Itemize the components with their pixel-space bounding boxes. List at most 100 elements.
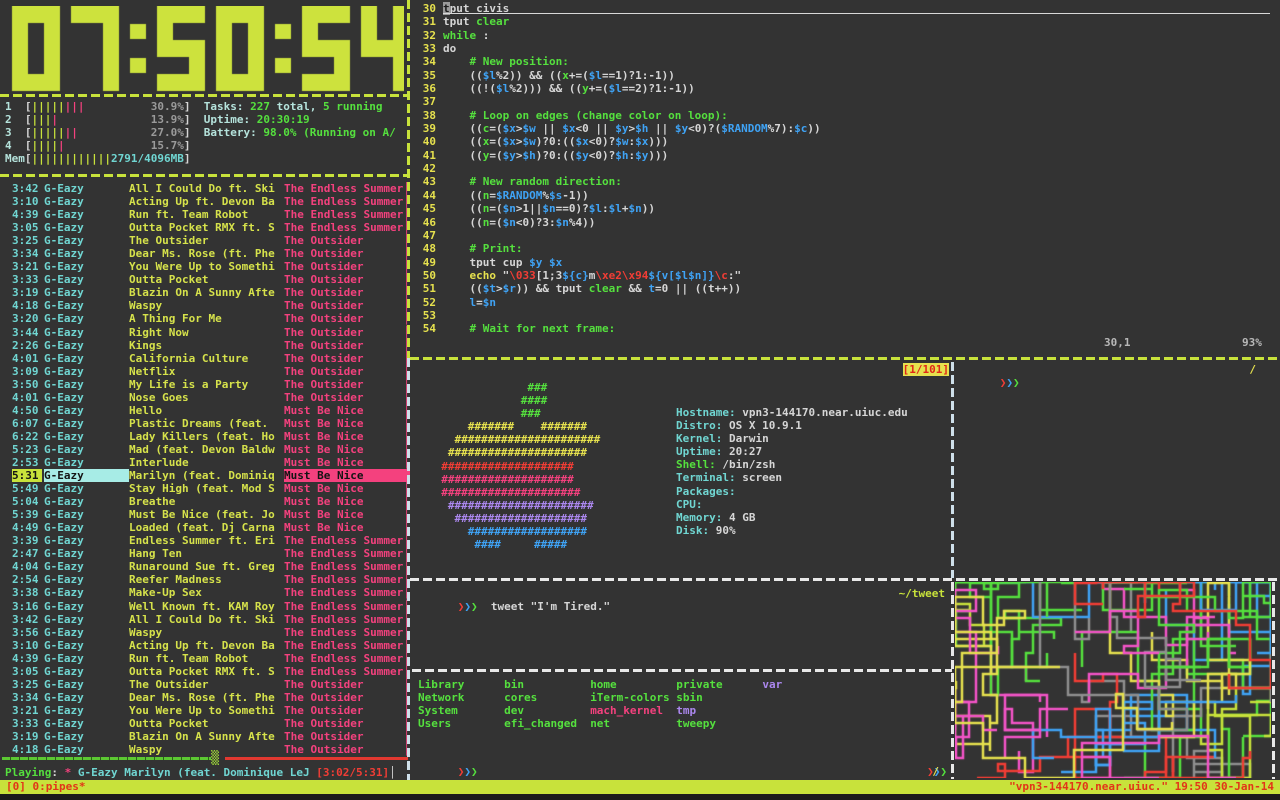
editor-cursor-position: 30,1 xyxy=(1104,336,1131,349)
track-row[interactable]: 5:23G-EazyMad (feat. Devon BaldwMust Be … xyxy=(0,443,410,456)
tmux-status-bar: [0] 0:pipes* "vpn3-144170.near.uiuc." 19… xyxy=(0,780,1280,794)
track-row[interactable]: 5:49G-EazyStay High (feat. Mod SMust Be … xyxy=(0,482,410,495)
shell-path: / xyxy=(932,765,939,778)
code-line: 45 ((n=($n>1||$n==0)?$l:$l+$n)) xyxy=(414,202,1272,215)
tmux-host-clock: "vpn3-144170.near.uiuc." 19:50 30-Jan-14 xyxy=(1009,780,1274,794)
code-line: 37 xyxy=(414,95,1272,108)
prompt-chevrons-icon[interactable]: ❯❯❯ xyxy=(458,600,478,613)
track-row[interactable]: 3:34G-EazyDear Ms. Rose (ft. PheThe Outs… xyxy=(0,247,410,260)
pipes-pane[interactable] xyxy=(955,582,1271,778)
track-row[interactable]: 3:16G-EazyWell Known ft. KAM RoyThe Endl… xyxy=(0,600,410,613)
track-row[interactable]: 3:25G-EazyThe OutsiderThe Outsider │ xyxy=(0,678,410,691)
track-row[interactable]: 3:21G-EazyYou Were Up to SomethiThe Outs… xyxy=(0,260,410,273)
track-row[interactable]: 3:44G-EazyRight NowThe Outsider │ xyxy=(0,326,410,339)
track-row[interactable]: 4:01G-EazyNose GoesThe Outsider │ xyxy=(0,391,410,404)
system-monitor-pane[interactable]: 1 [|||||||| 30.9%] Tasks: 227 total, 5 r… xyxy=(5,100,407,170)
tweet-pane[interactable]: ❯❯❯ tweet "I'm Tired." ~/tweet xyxy=(414,582,951,668)
code-line: 33do xyxy=(414,42,1272,55)
code-line: 48 # Print: xyxy=(414,242,1272,255)
progress-remaining xyxy=(225,757,408,760)
track-row[interactable]: 3:20G-EazyA Thing For MeThe Outsider │ xyxy=(0,312,410,325)
code-line: 49 tput cup $y $x xyxy=(414,256,1272,269)
track-row[interactable]: 5:39G-EazyMust Be Nice (feat. JoMust Be … xyxy=(0,508,410,521)
prompt-chevrons-icon[interactable]: ❯❯❯ xyxy=(458,778,478,779)
track-row[interactable]: 3:05G-EazyOutta Pocket RMX ft. SThe Endl… xyxy=(0,221,410,234)
code-line: 47 xyxy=(414,229,1272,242)
code-line: 38 # Loop on edges (change color on loop… xyxy=(414,109,1272,122)
file-listing-pane[interactable]: Library bin home private varNetwork core… xyxy=(414,672,951,779)
track-row[interactable]: 3:42G-EazyAll I Could Do ft. SkiThe Endl… xyxy=(0,613,410,626)
track-row[interactable]: 3:34G-EazyDear Ms. Rose (ft. PheThe Outs… xyxy=(0,691,410,704)
code-line: 36 ((!($l%2))) && ((y+=($l==2)?1:-1)) xyxy=(414,82,1272,95)
track-row[interactable]: 2:54G-EazyReefer MadnessThe Endless Summ… xyxy=(0,573,410,586)
track-row[interactable]: 3:56G-EazyWaspyThe Endless Summer│ xyxy=(0,626,410,639)
code-line: 44 ((n=$RANDOM%$s-1)) xyxy=(414,189,1272,202)
track-row[interactable]: 3:09G-EazyNetflixThe Outsider │ xyxy=(0,365,410,378)
track-row[interactable]: 3:42G-EazyAll I Could Do ft. SkiThe Endl… xyxy=(0,182,410,195)
code-line: 54 # Wait for next frame: xyxy=(414,322,1272,335)
file-list[interactable]: Library bin home private varNetwork core… xyxy=(418,678,782,730)
track-row[interactable]: 4:18G-EazyWaspyThe Outsider │ xyxy=(0,743,410,756)
track-row[interactable]: 6:07G-EazyPlastic Dreams (feat.Must Be N… xyxy=(0,417,410,430)
track-row[interactable]: 3:19G-EazyBlazin On A Sunny AfteThe Outs… xyxy=(0,730,410,743)
pane-border[interactable] xyxy=(951,362,954,578)
apple-logo-ascii: ### #### ### ####### ####### ###########… xyxy=(428,381,600,551)
track-row[interactable]: 6:22G-EazyLady Killers (feat. HoMust Be … xyxy=(0,430,410,443)
pane-border xyxy=(1272,582,1275,779)
history-badge: [1/101] xyxy=(903,363,949,376)
track-row[interactable]: 4:49G-EazyLoaded (feat. Dj CarnaMust Be … xyxy=(0,521,410,534)
progress-elapsed xyxy=(2,757,211,760)
track-row[interactable]: 3:21G-EazyYou Were Up to SomethiThe Outs… xyxy=(0,704,410,717)
track-row[interactable]: 4:39G-EazyRun ft. Team RobotThe Endless … xyxy=(0,208,410,221)
code-line: 52 l=$n xyxy=(414,296,1272,309)
prompt-chevrons-icon[interactable]: ❯❯❯ xyxy=(1000,376,1020,389)
shell-pane[interactable]: ❯❯❯ / xyxy=(956,360,1280,578)
code-line: 41 ((y=($y>$h)?0:(($y<0)?$h:$y))) xyxy=(414,149,1272,162)
code-line: 40 ((x=($x>$w)?0:(($x<0)?$w:$x))) xyxy=(414,135,1272,148)
code-line: 32while : xyxy=(414,29,1272,42)
track-row[interactable]: 4:01G-EazyCalifornia CultureThe Outsider… xyxy=(0,352,410,365)
code-line: 31tput clear xyxy=(414,15,1272,28)
track-progress-bar[interactable]: ▒ xyxy=(2,757,408,760)
track-row[interactable]: 4:18G-EazyWaspyThe Outsider │ xyxy=(0,299,410,312)
track-row[interactable]: 4:50G-EazyHelloMust Be Nice │ xyxy=(0,404,410,417)
pane-border xyxy=(0,174,408,177)
track-row[interactable]: 3:33G-EazyOutta PocketThe Outsider │ xyxy=(0,717,410,730)
pane-border[interactable] xyxy=(407,358,410,780)
screen-bottom-strip xyxy=(0,794,1280,800)
track-row[interactable]: 2:47G-EazyHang TenThe Endless Summer│ xyxy=(0,547,410,560)
track-row[interactable]: 2:53G-EazyInterludeMust Be Nice │ xyxy=(0,456,410,469)
track-row[interactable]: 3:05G-EazyOutta Pocket RMX ft. SThe Endl… xyxy=(0,665,410,678)
track-row[interactable]: 3:50G-EazyMy Life is a PartyThe Outsider… xyxy=(0,378,410,391)
clock-pane[interactable] xyxy=(8,6,406,94)
now-playing-status: Playing: * G-Eazy Marilyn (feat. Dominiq… xyxy=(5,766,409,779)
track-row[interactable]: 4:39G-EazyRun ft. Team RobotThe Endless … xyxy=(0,652,410,665)
music-player-pane[interactable]: 3:42G-EazyAll I Could Do ft. SkiThe Endl… xyxy=(0,182,410,758)
code-line: 51 (($t>$r)) && tput clear && t=0 || ((t… xyxy=(414,282,1272,295)
archey-pane[interactable]: [1/101] ### #### ### ####### ####### ###… xyxy=(414,360,951,578)
code-line: 35 (($l%2)) && ((x+=($l==1)?1:-1)) xyxy=(414,69,1272,82)
track-row[interactable]: 3:10G-EazyActing Up ft. Devon BaThe Endl… xyxy=(0,195,410,208)
pane-border xyxy=(410,578,1280,581)
code-line: 30tput civis xyxy=(414,2,1272,15)
progress-marker-icon[interactable]: ▒ xyxy=(211,751,219,766)
track-row[interactable]: 3:19G-EazyBlazin On A Sunny AfteThe Outs… xyxy=(0,286,410,299)
track-row[interactable]: 3:25G-EazyThe OutsiderThe Outsider │ xyxy=(0,234,410,247)
track-row[interactable]: 2:26G-EazyKingsThe Outsider │ xyxy=(0,339,410,352)
track-row[interactable]: 3:39G-EazyEndless Summer ft. EriThe Endl… xyxy=(0,534,410,547)
tmux-window-list[interactable]: [0] 0:pipes* xyxy=(6,780,85,794)
code-line: 53 xyxy=(414,309,1272,322)
pane-border xyxy=(0,94,408,97)
track-row[interactable]: 3:33G-EazyOutta PocketThe Outsider │ xyxy=(0,273,410,286)
pane-border[interactable] xyxy=(407,0,410,358)
track-row[interactable]: 4:04G-EazyRunaround Sue ft. GregThe Endl… xyxy=(0,560,410,573)
track-row[interactable]: 3:10G-EazyActing Up ft. Devon BaThe Endl… xyxy=(0,639,410,652)
pipes-screensaver xyxy=(955,582,1271,778)
pane-border[interactable] xyxy=(951,582,954,779)
editor-pane[interactable]: 30tput civis31tput clear32while :33do34 … xyxy=(414,2,1272,354)
track-row[interactable]: 3:38G-EazyMake-Up SexThe Endless Summer│ xyxy=(0,586,410,599)
track-row[interactable]: 5:04G-EazyBreatheMust Be Nice │ xyxy=(0,495,410,508)
tweet-command[interactable]: tweet "I'm Tired." xyxy=(478,600,610,613)
track-row-selected[interactable]: 5:31G-EazyMarilyn (feat. DominiqMust Be … xyxy=(0,469,410,482)
code-line: 50 echo "\033[1;3${c}m\xe2\x94${v[$l$n]}… xyxy=(414,269,1272,282)
